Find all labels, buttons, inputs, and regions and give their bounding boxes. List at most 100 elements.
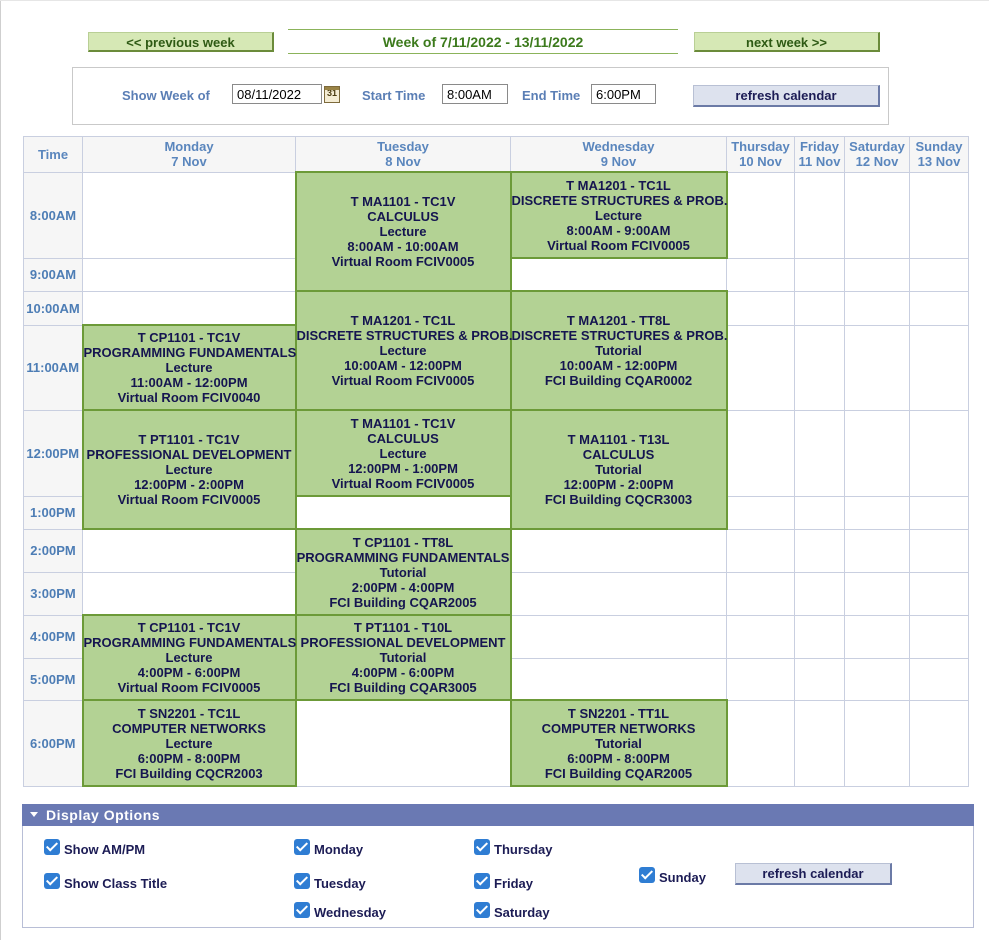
empty-slot — [726, 324, 795, 411]
grid-header-row: Time Monday 7 Nov Tuesday 8 Nov Wednesday 9… — [23, 136, 969, 173]
empty-slot — [909, 171, 969, 259]
day-header-tuesday: Tuesday 8 Nov — [295, 136, 511, 173]
class-block[interactable]: T MA1201 - TC1L DISCRETE STRUCTURES & PRO… — [294, 290, 512, 411]
show-class-title-checkbox[interactable] — [44, 873, 60, 889]
end-time-input[interactable] — [591, 84, 656, 104]
class-block[interactable]: T MA1101 - TC1V CALCULUS Lecture 12:00PM - … — [294, 409, 512, 497]
empty-slot — [82, 571, 296, 616]
class-block[interactable]: T MA1201 - TT8L DISCRETE STRUCTURES & PRO… — [509, 290, 728, 411]
empty-slot — [510, 614, 727, 659]
sunday-label: Sunday — [659, 870, 706, 885]
empty-slot — [726, 257, 795, 292]
empty-slot — [794, 290, 845, 326]
display-options-panel: Show AM/PM Show Class Title Monday Tuesd… — [22, 826, 974, 928]
time-row: 10:00AM T MA1201 - TC1L DISCRETE STRUCTUR… — [23, 290, 969, 411]
empty-slot — [82, 290, 296, 326]
refresh-calendar-button[interactable]: refresh calendar — [693, 85, 880, 107]
empty-slot — [844, 571, 910, 616]
empty-slot — [726, 571, 795, 616]
time-row: 4:00PM T CP1101 - TC1V PROGRAMMING FUNDAM… — [23, 614, 969, 701]
empty-slot — [794, 495, 845, 530]
time-label: 4:00PM — [23, 614, 83, 659]
empty-slot — [844, 528, 910, 573]
monday-checkbox[interactable] — [294, 839, 310, 855]
day-header-sunday: Sunday 13 Nov — [909, 136, 969, 173]
tuesday-checkbox[interactable] — [294, 873, 310, 889]
show-ampm-label: Show AM/PM — [64, 842, 146, 857]
day-header-wednesday: Wednesday 9 Nov — [510, 136, 727, 173]
empty-slot — [844, 257, 910, 292]
saturday-label: Saturday — [494, 905, 550, 920]
show-class-title-label: Show Class Title — [64, 876, 168, 891]
time-label: 5:00PM — [23, 657, 83, 701]
monday-label: Monday — [314, 842, 364, 857]
show-week-input[interactable] — [232, 84, 322, 104]
empty-slot — [726, 528, 795, 573]
class-block[interactable]: T PT1101 - TC1V PROFESSIONAL DEVELOPMENT L… — [81, 409, 297, 530]
empty-slot — [82, 171, 296, 259]
class-block[interactable]: T CP1101 - TC1V PROGRAMMING FUNDAMENTALS L… — [81, 324, 297, 411]
empty-slot — [909, 409, 969, 497]
day-header-thursday: Thursday 10 Nov — [726, 136, 795, 173]
next-week-button[interactable]: next week >> — [694, 32, 880, 52]
previous-week-button[interactable]: << previous week — [88, 32, 274, 52]
sunday-checkbox[interactable] — [639, 867, 655, 883]
week-title: Week of 7/11/2022 - 13/11/2022 — [288, 29, 678, 54]
empty-slot — [844, 171, 910, 259]
class-block[interactable]: T CP1101 - TC1V PROGRAMMING FUNDAMENTALS L… — [81, 614, 297, 701]
show-ampm-checkbox[interactable] — [44, 839, 60, 855]
start-time-label: Start Time — [362, 88, 426, 103]
thursday-checkbox[interactable] — [474, 839, 490, 855]
time-label: 6:00PM — [23, 699, 83, 787]
empty-slot — [844, 409, 910, 497]
show-week-label: Show Week of — [122, 88, 210, 103]
empty-slot — [794, 657, 845, 701]
class-block[interactable]: T PT1101 - T10L PROFESSIONAL DEVELOPMENT T… — [294, 614, 512, 701]
empty-slot — [510, 571, 727, 616]
empty-slot — [909, 657, 969, 701]
friday-label: Friday — [494, 876, 534, 891]
empty-slot — [909, 528, 969, 573]
time-row: 8:00AM T MA1101 - TC1V CALCULUS Lecture 8:0… — [23, 171, 969, 292]
start-time-input[interactable] — [442, 84, 508, 104]
calendar-icon[interactable]: 31 — [324, 86, 340, 103]
time-label: 10:00AM — [23, 290, 83, 326]
class-block[interactable]: T MA1101 - T13L CALCULUS Tutorial 12:00PM -… — [509, 409, 728, 530]
time-row: 2:00PM T CP1101 - TT8L PROGRAMMING FUNDAM… — [23, 528, 969, 616]
empty-slot — [295, 495, 511, 530]
empty-slot — [794, 409, 845, 497]
wednesday-label: Wednesday — [314, 905, 387, 920]
friday-checkbox[interactable] — [474, 873, 490, 889]
wednesday-checkbox[interactable] — [294, 902, 310, 918]
class-block[interactable]: T MA1101 - TC1V CALCULUS Lecture 8:00AM - 1… — [294, 171, 512, 292]
class-block[interactable]: T SN2201 - TC1L COMPUTER NETWORKS Lecture 6… — [81, 699, 297, 787]
empty-slot — [844, 614, 910, 659]
display-options-header[interactable]: Display Options — [22, 804, 974, 826]
empty-slot — [794, 324, 845, 411]
class-block[interactable]: T SN2201 - TT1L COMPUTER NETWORKS Tutorial… — [509, 699, 728, 787]
empty-slot — [844, 495, 910, 530]
class-block[interactable]: T MA1201 - TC1L DISCRETE STRUCTURES & PRO… — [509, 171, 728, 259]
empty-slot — [510, 657, 727, 701]
refresh-calendar-options-button[interactable]: refresh calendar — [735, 863, 892, 885]
weekly-schedule-grid: Time Monday 7 Nov Tuesday 8 Nov Wednesday 9… — [23, 136, 969, 787]
empty-slot — [794, 699, 845, 787]
tuesday-label: Tuesday — [314, 876, 366, 891]
empty-slot — [726, 290, 795, 326]
saturday-checkbox[interactable] — [474, 902, 490, 918]
empty-slot — [844, 324, 910, 411]
calendar-filter-panel: Show Week of 31 Start Time End Time refr… — [72, 67, 889, 125]
thursday-label: Thursday — [494, 842, 553, 857]
empty-slot — [726, 657, 795, 701]
time-label: 2:00PM — [23, 528, 83, 573]
empty-slot — [726, 699, 795, 787]
empty-slot — [794, 528, 845, 573]
class-block[interactable]: T CP1101 - TT8L PROGRAMMING FUNDAMENTALS T… — [294, 528, 512, 616]
empty-slot — [510, 257, 727, 292]
empty-slot — [510, 528, 727, 573]
empty-slot — [295, 699, 511, 787]
empty-slot — [909, 699, 969, 787]
empty-slot — [726, 409, 795, 497]
collapse-triangle-icon[interactable] — [30, 812, 38, 817]
empty-slot — [726, 614, 795, 659]
